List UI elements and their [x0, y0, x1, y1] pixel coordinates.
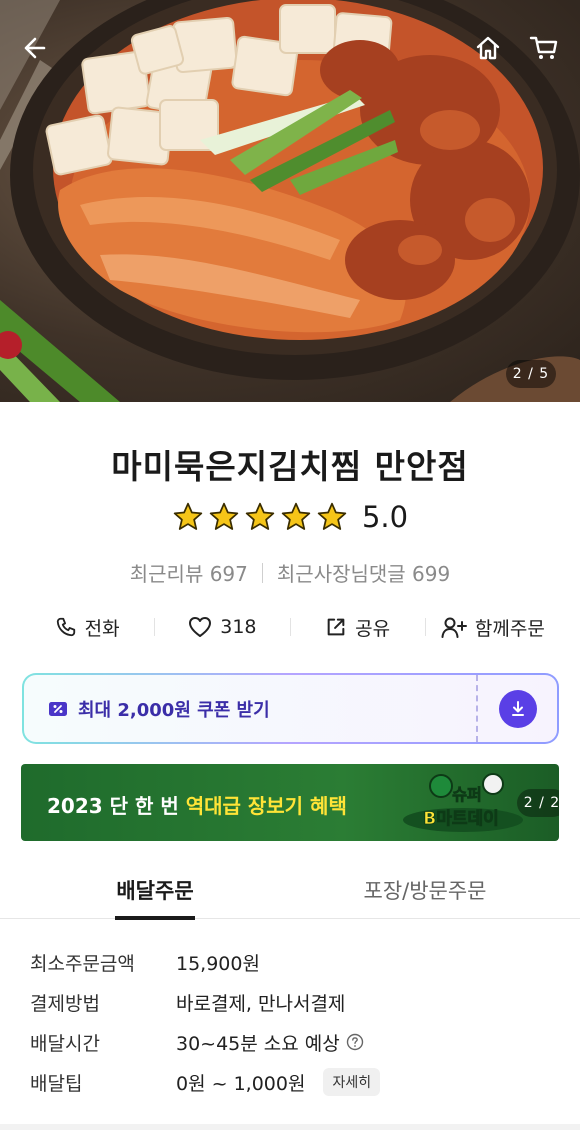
- back-arrow-icon: [24, 37, 46, 59]
- star-icon: [317, 502, 347, 530]
- info-row-delivery-tip: 배달팁 0원 ~ 1,000원 자세히: [30, 1062, 560, 1102]
- star-icon: [281, 502, 311, 530]
- payment-label: 결제방법: [30, 992, 100, 1015]
- coupon-download-button[interactable]: [499, 690, 537, 728]
- promo-banner[interactable]: 2023 단 한 번 역대급 장보기 혜택 슈퍼 B마트데이 2 / 2: [21, 764, 559, 841]
- tip-label: 배달팁: [30, 1072, 83, 1095]
- phone-icon: [56, 617, 75, 637]
- min-order-label: 최소주문금액: [30, 952, 135, 975]
- coupon-icon: [49, 701, 67, 716]
- download-icon: [512, 701, 524, 716]
- section-divider: [0, 1124, 580, 1130]
- like-button[interactable]: 318: [155, 616, 289, 638]
- logo-line2: B마트데이: [423, 809, 499, 829]
- min-order-value: 15,900원: [176, 952, 260, 975]
- delivery-time-value: 30~45분 소요 예상: [176, 1032, 340, 1055]
- image-counter: 2 / 5: [506, 360, 556, 388]
- banner-text-main: 2023 단 한 번: [47, 794, 186, 818]
- group-order-button[interactable]: 함께주문: [426, 614, 560, 641]
- cart-button[interactable]: [524, 28, 564, 68]
- call-label: 전화: [84, 617, 120, 640]
- tip-detail-button[interactable]: 자세히: [323, 1068, 381, 1096]
- logo-line1: 슈퍼: [452, 785, 481, 804]
- group-order-label: 함께주문: [474, 617, 545, 640]
- like-count: 318: [220, 616, 257, 638]
- info-row-delivery-time: 배달시간 30~45분 소요 예상: [30, 1022, 560, 1062]
- delivery-info: 최소주문금액 15,900원 결제방법 바로결제, 만나서결제 배달시간 30~…: [30, 942, 560, 1102]
- heart-icon: [189, 617, 212, 637]
- help-icon[interactable]: [346, 1033, 364, 1051]
- star-icon: [173, 502, 203, 530]
- tip-value-wrap: 0원 ~ 1,000원 자세히: [176, 1068, 381, 1096]
- coupon-body: 최대 2,000원 쿠폰 받기: [24, 675, 557, 742]
- tip-value: 0원 ~ 1,000원: [176, 1072, 306, 1095]
- home-button[interactable]: [468, 28, 508, 68]
- home-icon: [476, 36, 500, 60]
- b-mart-day-logo: 슈퍼 B마트데이: [403, 773, 523, 832]
- delivery-time-value-wrap: 30~45분 소요 예상: [176, 1029, 364, 1056]
- info-row-payment: 결제방법 바로결제, 만나서결제: [30, 982, 560, 1022]
- rating-row: 5.0: [0, 500, 580, 534]
- recent-reviews-link[interactable]: 최근리뷰 697: [130, 558, 248, 587]
- coupon-divider: [476, 675, 478, 742]
- rating-value: 5.0: [361, 500, 409, 534]
- action-bar: 전화 318 공유 함께주문: [20, 605, 560, 649]
- review-stats: 최근리뷰 697 최근사장님댓글 699: [0, 558, 580, 587]
- banner-text-highlight: 역대급 장보기 혜택: [185, 794, 347, 818]
- coupon-banner[interactable]: 최대 2,000원 쿠폰 받기: [22, 673, 559, 744]
- coupon-text: 최대 2,000원 쿠폰 받기: [48, 696, 270, 722]
- rating-stars: [172, 501, 348, 533]
- back-button[interactable]: [14, 28, 54, 68]
- cart-icon: [529, 36, 558, 59]
- call-button[interactable]: 전화: [20, 614, 154, 641]
- banner-text: 2023 단 한 번 역대급 장보기 혜택: [47, 790, 347, 819]
- divider: [261, 562, 263, 583]
- star-icon: [245, 502, 275, 530]
- owner-replies-link[interactable]: 최근사장님댓글 699: [277, 558, 450, 587]
- info-row-min-order: 최소주문금액 15,900원: [30, 942, 560, 982]
- star-icon: [209, 502, 239, 530]
- share-button[interactable]: 공유: [291, 614, 425, 641]
- hero-image[interactable]: 2 / 5: [0, 0, 580, 402]
- add-user-icon: [441, 617, 467, 638]
- banner-page-indicator: 2 / 2: [517, 789, 559, 817]
- tab-pickup[interactable]: 포장/방문주문: [345, 860, 505, 919]
- order-type-tabs: 배달주문 포장/방문주문: [0, 860, 580, 920]
- share-icon: [327, 618, 345, 636]
- delivery-time-label: 배달시간: [30, 1032, 100, 1055]
- payment-value: 바로결제, 만나서결제: [176, 992, 346, 1015]
- tab-delivery[interactable]: 배달주문: [105, 860, 205, 920]
- coupon-label: 최대 2,000원 쿠폰 받기: [78, 699, 270, 721]
- share-label: 공유: [355, 617, 391, 640]
- store-name: 마미묵은지김치찜 만안점: [111, 447, 469, 486]
